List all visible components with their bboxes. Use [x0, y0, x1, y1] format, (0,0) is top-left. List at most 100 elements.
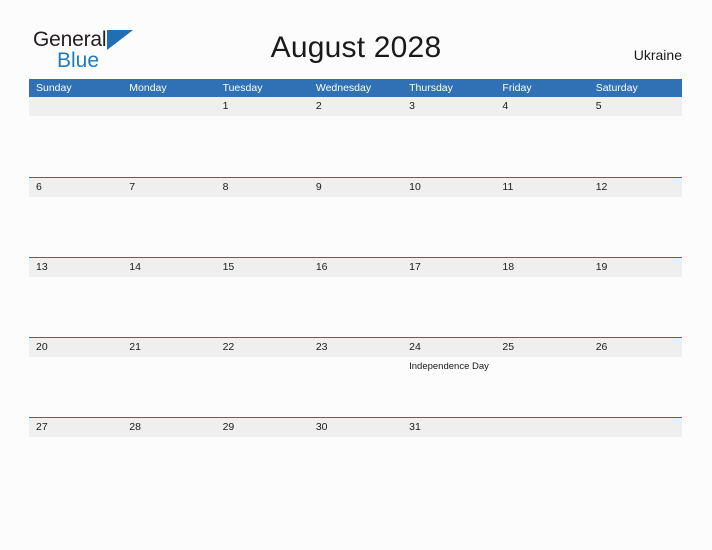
calendar-empty-cell — [29, 97, 123, 177]
day-number-band: 12 — [588, 178, 682, 197]
weekday-header-friday: Friday — [502, 82, 532, 94]
day-number-band: 3 — [402, 97, 496, 116]
weekday-header-thursday: Thursday — [409, 82, 453, 94]
day-number-band: 19 — [588, 258, 682, 277]
day-number-band: 7 — [122, 178, 216, 197]
calendar-day-cell[interactable]: 24 Independence Day — [402, 338, 496, 417]
calendar-day-cell[interactable]: 14 — [122, 258, 216, 337]
day-number: 9 — [315, 181, 322, 193]
day-number: 11 — [502, 181, 514, 193]
day-number-band: 4 — [495, 97, 589, 116]
day-number-band: 28 — [122, 418, 216, 437]
day-number-band: 17 — [402, 258, 496, 277]
calendar-day-cell[interactable]: 17 — [402, 258, 496, 337]
day-number-band: 24 — [402, 338, 496, 357]
calendar-day-cell[interactable]: 20 — [29, 338, 123, 417]
calendar-week-row: 27 28 29 30 31 — [29, 417, 682, 497]
day-number-band: 29 — [215, 418, 309, 437]
calendar-day-cell[interactable]: 3 — [402, 97, 496, 177]
day-number-band: 22 — [215, 338, 309, 357]
day-number: 19 — [595, 261, 608, 273]
calendar-week-row: 13 14 15 16 17 18 19 — [29, 257, 682, 337]
weekday-header-monday: Monday — [129, 82, 167, 94]
calendar-day-cell[interactable]: 10 — [402, 178, 496, 257]
calendar-week-row: 6 7 8 9 10 11 12 — [29, 177, 682, 257]
calendar-day-cell[interactable]: 4 — [495, 97, 589, 177]
day-number: 6 — [36, 181, 42, 193]
day-number: 15 — [222, 261, 235, 273]
day-number: 8 — [222, 181, 229, 193]
day-number-band: 16 — [308, 258, 403, 277]
day-number: 27 — [36, 421, 48, 433]
calendar-day-cell[interactable]: 13 — [29, 258, 123, 337]
day-number: 30 — [315, 421, 328, 433]
calendar-page: General Blue August 2028 Ukraine Sunday … — [0, 0, 712, 550]
weekday-header-saturday: Saturday — [595, 82, 638, 94]
weekday-header-wednesday: Wednesday — [315, 82, 372, 94]
day-number-band: 31 — [402, 418, 496, 437]
day-number-band: 1 — [215, 97, 309, 116]
day-number: 14 — [129, 261, 141, 273]
day-number-band: 11 — [495, 178, 589, 197]
calendar-day-cell[interactable]: 23 — [308, 338, 403, 417]
calendar-day-cell[interactable]: 21 — [122, 338, 216, 417]
calendar-empty-cell — [588, 418, 682, 497]
day-number: 16 — [315, 261, 328, 273]
page-header: General Blue August 2028 Ukraine — [0, 0, 712, 78]
calendar-week-row: 20 21 22 23 24 Independence Day 25 26 — [29, 337, 682, 417]
day-number-band: 23 — [308, 338, 403, 357]
calendar-day-cell[interactable]: 25 — [495, 338, 589, 417]
calendar-day-cell[interactable]: 9 — [308, 178, 403, 257]
weekday-header-sunday: Sunday — [36, 82, 72, 94]
calendar-table: Sunday Monday Tuesday Wednesday Thursday… — [29, 79, 682, 497]
day-number-band: 10 — [402, 178, 496, 197]
calendar-day-cell[interactable]: 2 — [308, 97, 403, 177]
calendar-day-cell[interactable]: 27 — [29, 418, 123, 497]
calendar-day-cell[interactable]: 18 — [495, 258, 589, 337]
day-number-band: 26 — [588, 338, 682, 357]
day-number-band: 9 — [308, 178, 403, 197]
day-number-band: 2 — [308, 97, 403, 116]
calendar-day-cell[interactable]: 19 — [588, 258, 682, 337]
day-number: 23 — [315, 341, 328, 353]
day-number-band: 18 — [495, 258, 589, 277]
calendar-week-row: 1 2 3 4 5 — [29, 97, 682, 177]
calendar-day-cell[interactable]: 26 — [588, 338, 682, 417]
calendar-day-cell[interactable]: 16 — [308, 258, 403, 337]
day-number-band: 21 — [122, 338, 216, 357]
day-number-band: 5 — [588, 97, 682, 116]
day-number-band: 25 — [495, 338, 589, 357]
day-number-band: 30 — [308, 418, 403, 437]
calendar-day-cell[interactable]: 28 — [122, 418, 216, 497]
calendar-day-cell[interactable]: 22 — [215, 338, 309, 417]
day-number: 26 — [595, 341, 608, 353]
day-events: Independence Day — [402, 357, 495, 373]
day-number: 24 — [409, 341, 421, 353]
day-number-band — [122, 97, 216, 116]
calendar-day-cell[interactable]: 11 — [495, 178, 589, 257]
calendar-day-cell[interactable]: 6 — [29, 178, 123, 257]
day-number-band — [29, 97, 123, 116]
day-number: 13 — [36, 261, 48, 273]
calendar-day-cell[interactable]: 7 — [122, 178, 216, 257]
calendar-day-cell[interactable]: 30 — [308, 418, 403, 497]
day-number: 29 — [222, 421, 235, 433]
country-label: Ukraine — [633, 47, 682, 63]
calendar-day-cell[interactable]: 31 — [402, 418, 496, 497]
day-number: 25 — [502, 341, 515, 353]
holiday-label: Independence Day — [409, 361, 489, 372]
day-number: 3 — [409, 100, 415, 112]
calendar-day-cell[interactable]: 12 — [588, 178, 682, 257]
day-number: 7 — [129, 181, 136, 193]
day-number-band: 6 — [29, 178, 123, 197]
calendar-day-cell[interactable]: 1 — [215, 97, 309, 177]
calendar-day-cell[interactable]: 29 — [215, 418, 309, 497]
calendar-empty-cell — [122, 97, 216, 177]
day-number-band: 13 — [29, 258, 123, 277]
day-number: 1 — [222, 100, 229, 112]
calendar-day-cell[interactable]: 15 — [215, 258, 309, 337]
day-number: 18 — [502, 261, 515, 273]
day-number-band: 14 — [122, 258, 216, 277]
calendar-day-cell[interactable]: 8 — [215, 178, 309, 257]
calendar-day-cell[interactable]: 5 — [588, 97, 682, 177]
